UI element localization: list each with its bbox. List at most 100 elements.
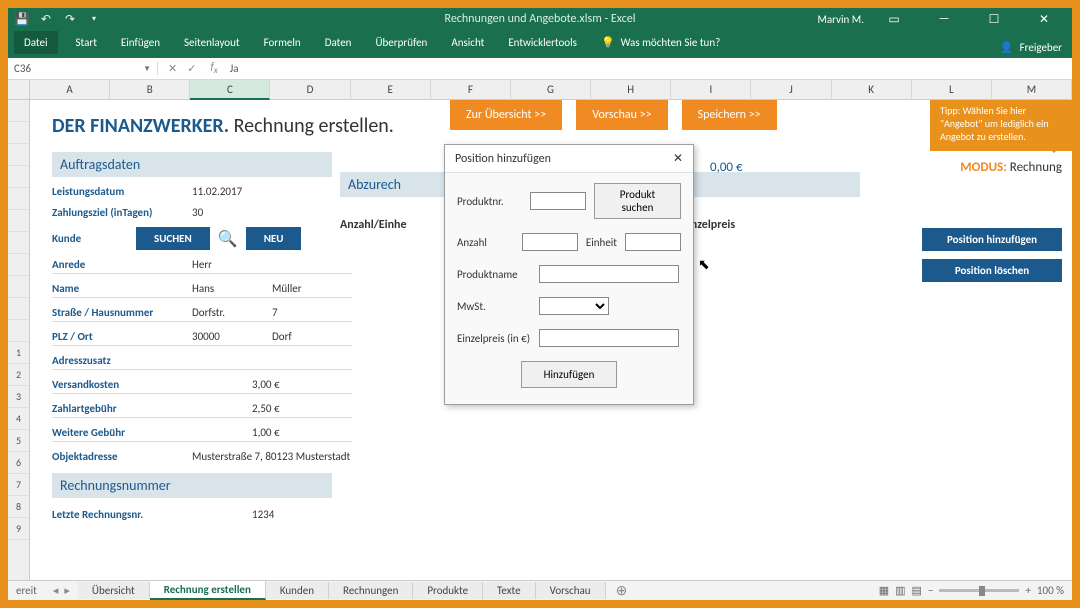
row-header[interactable] xyxy=(8,254,29,276)
row-header[interactable] xyxy=(8,166,29,188)
zoom-value[interactable]: 100 % xyxy=(1037,584,1064,597)
col-H[interactable]: H xyxy=(591,80,671,100)
save-icon[interactable]: 💾 xyxy=(14,11,30,27)
lastname-value[interactable]: Müller xyxy=(272,282,352,295)
leistungsdatum-value[interactable]: 11.02.2017 xyxy=(192,185,352,198)
col-L[interactable]: L xyxy=(912,80,992,100)
ribbon-tab-formulas[interactable]: Formeln xyxy=(258,31,307,54)
letzte-rnr-value[interactable]: 1234 xyxy=(192,508,352,521)
produkt-suchen-button[interactable]: Produkt suchen xyxy=(594,183,681,219)
ribbon-tab-layout[interactable]: Seitenlayout xyxy=(178,31,246,54)
zahlart-value[interactable]: 2,50 € xyxy=(192,402,352,415)
tell-me-search[interactable]: 💡 Was möchten Sie tun? xyxy=(595,31,726,54)
row-header[interactable] xyxy=(8,210,29,232)
view-page-layout-icon[interactable]: ▥ xyxy=(895,584,905,597)
row-1[interactable]: 1 xyxy=(8,342,29,364)
row-header[interactable] xyxy=(8,100,29,122)
redo-icon[interactable]: ↷ xyxy=(62,11,78,27)
undo-icon[interactable]: ↶ xyxy=(38,11,54,27)
user-name[interactable]: Marvin M. xyxy=(817,13,864,26)
file-tab[interactable]: Datei xyxy=(14,31,58,54)
cancel-formula-icon[interactable]: ✕ xyxy=(168,62,177,75)
row-header[interactable] xyxy=(8,320,29,342)
sheet-tab-vorschau[interactable]: Vorschau xyxy=(536,582,606,599)
ribbon-tab-review[interactable]: Überprüfen xyxy=(369,31,433,54)
minimize-icon[interactable]: — xyxy=(924,12,964,26)
row-6[interactable]: 6 xyxy=(8,452,29,474)
ribbon-tab-devtools[interactable]: Entwicklertools xyxy=(502,31,583,54)
ribbon-tab-start[interactable]: Start xyxy=(70,31,103,54)
ort-value[interactable]: Dorf xyxy=(272,330,352,343)
qat-dropdown-icon[interactable]: ▾ xyxy=(86,11,102,27)
ribbon-tab-insert[interactable]: Einfügen xyxy=(115,31,166,54)
weitere-value[interactable]: 1,00 € xyxy=(192,426,352,439)
produktname-input[interactable] xyxy=(539,265,679,283)
col-G[interactable]: G xyxy=(511,80,591,100)
row-header[interactable] xyxy=(8,188,29,210)
add-position-button[interactable]: Position hinzufügen xyxy=(922,228,1062,251)
col-D[interactable]: D xyxy=(270,80,350,100)
col-E[interactable]: E xyxy=(351,80,431,100)
firstname-value[interactable]: Hans xyxy=(192,282,272,295)
col-F[interactable]: F xyxy=(431,80,511,100)
select-all-corner[interactable] xyxy=(8,80,30,100)
row-4[interactable]: 4 xyxy=(8,408,29,430)
suchen-button[interactable]: SUCHEN xyxy=(136,227,210,250)
plz-value[interactable]: 30000 xyxy=(192,330,272,343)
ribbon-tab-data[interactable]: Daten xyxy=(319,31,358,54)
sheet-tab-rechnungen[interactable]: Rechnungen xyxy=(329,582,413,599)
anrede-value[interactable]: Herr xyxy=(192,258,352,271)
col-B[interactable]: B xyxy=(110,80,190,100)
name-box-dropdown-icon[interactable]: ▼ xyxy=(143,64,151,74)
preview-button[interactable]: Vorschau >> xyxy=(576,100,667,130)
row-header[interactable] xyxy=(8,144,29,166)
row-9[interactable]: 9 xyxy=(8,518,29,540)
col-K[interactable]: K xyxy=(832,80,912,100)
einzelpreis-input[interactable] xyxy=(539,329,679,347)
col-A[interactable]: A xyxy=(30,80,110,100)
zahlungsziel-value[interactable]: 30 xyxy=(192,206,352,219)
sheet-tab-kunden[interactable]: Kunden xyxy=(266,582,329,599)
hinzufuegen-button[interactable]: Hinzufügen xyxy=(521,361,618,388)
sheet-tab-produkte[interactable]: Produkte xyxy=(413,582,483,599)
col-J[interactable]: J xyxy=(751,80,831,100)
share-button[interactable]: 👤 Freigeber xyxy=(1000,41,1062,54)
row-header[interactable] xyxy=(8,232,29,254)
einheit-input[interactable] xyxy=(625,233,681,251)
row-header[interactable] xyxy=(8,276,29,298)
delete-position-button[interactable]: Position löschen xyxy=(922,259,1062,282)
close-window-icon[interactable]: ✕ xyxy=(1024,12,1064,27)
objekt-value[interactable]: Musterstraße 7, 80123 Musterstadt xyxy=(192,450,412,463)
maximize-icon[interactable]: ☐ xyxy=(974,12,1014,27)
row-header[interactable] xyxy=(8,298,29,320)
zoom-out-icon[interactable]: − xyxy=(928,584,933,597)
tab-nav-first-icon[interactable]: ◂ xyxy=(53,584,59,597)
view-normal-icon[interactable]: ▦ xyxy=(879,584,889,597)
row-7[interactable]: 7 xyxy=(8,474,29,496)
hnr-value[interactable]: 7 xyxy=(272,306,352,319)
strasse-value[interactable]: Dorfstr. xyxy=(192,306,272,319)
sheet-tab-texte[interactable]: Texte xyxy=(483,582,536,599)
row-3[interactable]: 3 xyxy=(8,386,29,408)
zoom-in-icon[interactable]: + xyxy=(1025,584,1030,597)
row-2[interactable]: 2 xyxy=(8,364,29,386)
row-5[interactable]: 5 xyxy=(8,430,29,452)
row-header[interactable] xyxy=(8,122,29,144)
ribbon-options-icon[interactable]: ▭ xyxy=(874,12,914,27)
name-box[interactable]: C36 ▼ xyxy=(8,62,158,75)
row-8[interactable]: 8 xyxy=(8,496,29,518)
anzahl-input[interactable] xyxy=(522,233,578,251)
search-icon[interactable]: 🔍 xyxy=(218,229,238,249)
tab-nav-prev-icon[interactable]: ▸ xyxy=(64,584,70,597)
sheet-tab-rechnung-erstellen[interactable]: Rechnung erstellen xyxy=(150,581,266,600)
versand-value[interactable]: 3,00 € xyxy=(192,378,352,391)
save-button[interactable]: Speichern >> xyxy=(682,100,777,130)
view-page-break-icon[interactable]: ▤ xyxy=(912,584,922,597)
produktnr-input[interactable] xyxy=(530,192,586,210)
zoom-slider[interactable] xyxy=(939,589,1019,592)
ribbon-tab-view[interactable]: Ansicht xyxy=(445,31,490,54)
enter-formula-icon[interactable]: ✓ xyxy=(187,62,196,75)
add-sheet-icon[interactable]: ⊕ xyxy=(606,582,638,599)
overview-button[interactable]: Zur Übersicht >> xyxy=(450,100,562,130)
close-icon[interactable]: ✕ xyxy=(673,151,683,166)
